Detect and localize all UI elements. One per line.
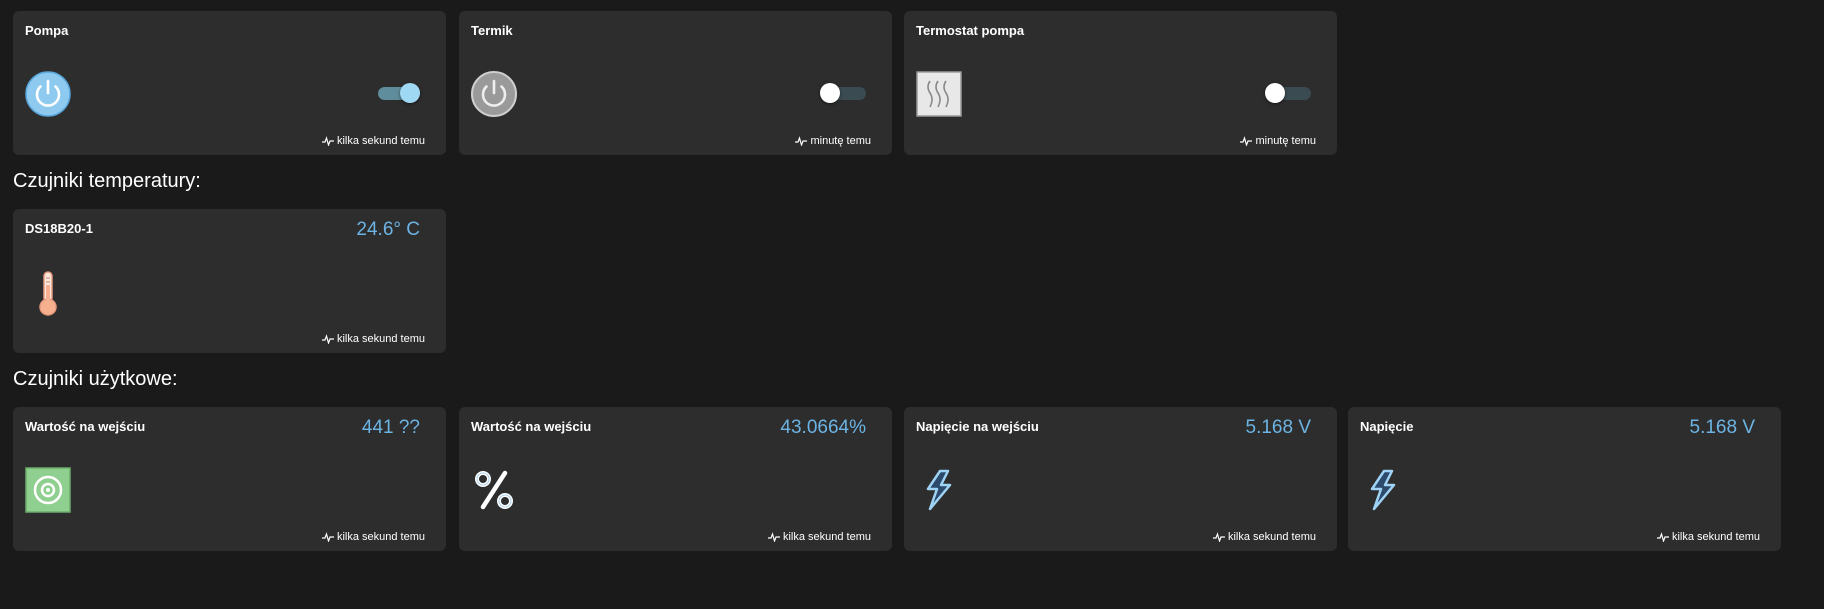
last-update: kilka sekund temu (322, 135, 425, 147)
last-update: kilka sekund temu (322, 333, 425, 345)
last-update-text: kilka sekund temu (1227, 531, 1316, 543)
last-update: minutę temu (795, 135, 871, 147)
sensor-value: 24.6° C (356, 219, 420, 240)
percent-icon (471, 467, 517, 513)
section-title-temperature: Czujniki temperatury: (13, 170, 201, 192)
last-update-text: kilka sekund temu (782, 531, 871, 543)
heater-icon[interactable] (916, 71, 962, 117)
power-icon[interactable] (471, 71, 517, 117)
pulse-icon (795, 136, 807, 146)
termik-switch[interactable] (820, 81, 866, 105)
card-title: Napięcie (1360, 419, 1414, 434)
card-title: Wartość na wejściu (471, 419, 592, 434)
termostat-switch[interactable] (1265, 81, 1311, 105)
card-title: Pompa (25, 23, 69, 38)
lightning-icon (1360, 467, 1406, 513)
pulse-icon (1213, 532, 1225, 542)
pulse-icon (1240, 136, 1252, 146)
last-update-text: minutę temu (1255, 135, 1316, 147)
card-title: Napięcie na wejściu (916, 419, 1039, 434)
pulse-icon (322, 532, 334, 542)
sensor-target-icon (25, 467, 71, 513)
pompa-switch[interactable] (374, 81, 420, 105)
card-title: DS18B20-1 (25, 221, 93, 236)
card-title: Termostat pompa (916, 23, 1025, 38)
last-update: kilka sekund temu (1657, 531, 1760, 543)
sensor-value: 43.0664% (780, 417, 866, 438)
sensor-card-voltage: Napięcie 5.168 V kilka sekund temu (1348, 407, 1781, 551)
device-card-termostat-pompa: Termostat pompa minutę temu (904, 11, 1337, 155)
last-update: kilka sekund temu (768, 531, 871, 543)
sensor-card-input-value-2: Wartość na wejściu 43.0664% kilka sekund… (459, 407, 892, 551)
sensor-card-input-value-1: Wartość na wejściu 441 ?? kilka sekund t… (13, 407, 446, 551)
pulse-icon (322, 136, 334, 146)
sensor-card-ds18b20: DS18B20-1 24.6° C kilka sekund temu (13, 209, 446, 353)
section-title-utility: Czujniki użytkowe: (13, 368, 178, 390)
switch-knob[interactable] (400, 83, 420, 103)
pulse-icon (1657, 532, 1669, 542)
last-update-text: kilka sekund temu (1671, 531, 1760, 543)
last-update: kilka sekund temu (322, 531, 425, 543)
lightning-icon (916, 467, 962, 513)
device-card-pompa: Pompa kilka sekund temu (13, 11, 446, 155)
dashboard: Pompa kilka sekund temu Termik minutę te… (0, 0, 1824, 609)
last-update-text: kilka sekund temu (336, 135, 425, 147)
card-title: Wartość na wejściu (25, 419, 146, 434)
device-card-termik: Termik minutę temu (459, 11, 892, 155)
switch-knob[interactable] (1265, 83, 1285, 103)
sensor-value: 5.168 V (1689, 417, 1756, 438)
pulse-icon (322, 334, 334, 344)
sensor-value: 441 ?? (361, 417, 420, 438)
pulse-icon (768, 532, 780, 542)
card-title: Termik (471, 23, 513, 38)
switch-knob[interactable] (820, 83, 840, 103)
last-update: kilka sekund temu (1213, 531, 1316, 543)
sensor-card-input-voltage: Napięcie na wejściu 5.168 V kilka sekund… (904, 407, 1337, 551)
power-icon[interactable] (25, 71, 71, 117)
last-update-text: minutę temu (810, 135, 871, 147)
last-update: minutę temu (1240, 135, 1316, 147)
last-update-text: kilka sekund temu (336, 531, 425, 543)
thermometer-icon (25, 269, 71, 316)
last-update-text: kilka sekund temu (336, 333, 425, 345)
sensor-value: 5.168 V (1245, 417, 1312, 438)
